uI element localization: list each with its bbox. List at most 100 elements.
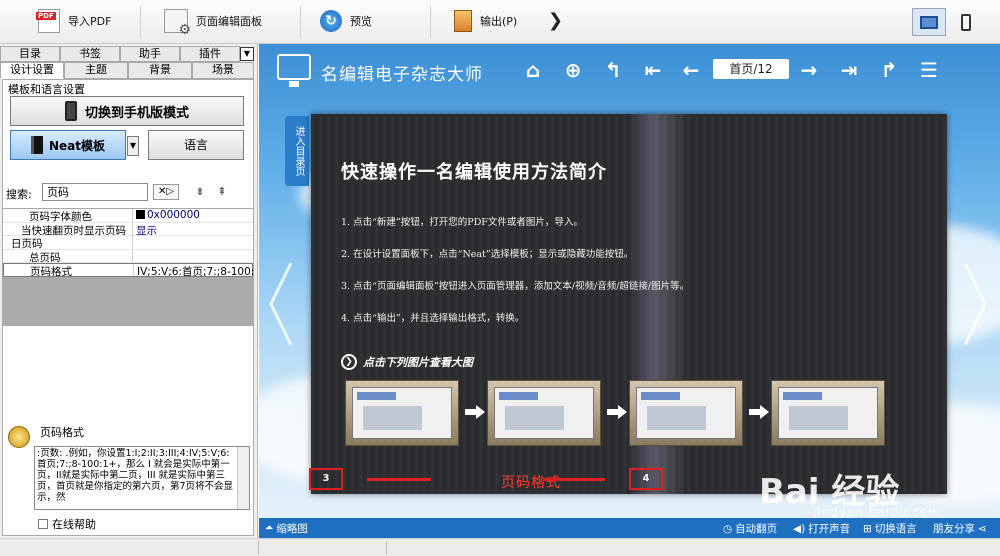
clear-search-icon[interactable]: ✕▷ [153, 184, 179, 200]
page-indicator-input[interactable]: 首页/12 [713, 59, 789, 79]
mobile-view-button[interactable] [949, 8, 983, 36]
toolbar-separator [140, 6, 141, 38]
help-scrollbar[interactable] [237, 447, 249, 509]
import-pdf-label: 导入PDF [68, 15, 112, 28]
back-icon[interactable]: ↰ [601, 58, 625, 82]
autoplay-button[interactable]: ◷ 自动翻页 [723, 521, 777, 536]
property-value: 0x000000 [136, 209, 254, 222]
property-value [136, 250, 254, 263]
sort-alpha-icon[interactable]: ⇞ [214, 184, 230, 200]
page-editor-label: 页面编辑面板 [196, 15, 262, 28]
zoom-icon[interactable]: ⊕ [561, 58, 585, 82]
toolbar-separator [430, 6, 431, 38]
property-name: 页码格式 [4, 264, 134, 276]
first-page-icon[interactable]: ⇤ [641, 58, 665, 82]
import-pdf-button[interactable]: 导入PDF [36, 4, 112, 38]
previous-flip-arrow-icon[interactable] [265, 259, 295, 349]
switch-mobile-mode-button[interactable]: 切换到手机版模式 [10, 96, 244, 126]
language-switch-label: 切换语言 [874, 523, 917, 535]
desktop-view-button[interactable] [912, 8, 946, 36]
help-title: 页码格式 [40, 426, 84, 439]
toolbar-more-chevron-icon[interactable]: ❯ [548, 10, 563, 31]
flipbook-spread[interactable]: 快速操作一名编辑使用方法简介 1. 点击“新建”按钮，打开您的PDF文件或者图片… [309, 114, 947, 494]
page-editor-icon [164, 9, 191, 38]
tab-assistant[interactable]: 助手 [120, 46, 180, 62]
share-button[interactable]: 朋友分享 ⋖ [933, 521, 987, 536]
screenshot-thumbnail-2[interactable] [487, 380, 601, 446]
status-bar [0, 538, 1000, 556]
triangle-up-icon: ⏶ [265, 522, 274, 534]
help-description: :页数: .例如，你设置1:I;2:II;3:III;4:IV;5:V;6:首页… [34, 446, 250, 510]
color-swatch [136, 210, 145, 219]
neat-template-label: Neat模板 [48, 138, 106, 153]
property-value: 显示 [136, 224, 157, 236]
property-row[interactable]: 当快速翻页时显示页码 显示 [3, 222, 253, 236]
preview-button[interactable]: ↻ 预览 [320, 4, 372, 38]
property-row[interactable]: 页码字体颜色 0x000000 [3, 209, 253, 223]
tab-bookmarks[interactable]: 书签 [60, 46, 120, 62]
toolbar-separator [300, 6, 301, 38]
tab-background[interactable]: 背景 [128, 62, 192, 79]
search-input[interactable] [42, 183, 148, 201]
tab-dropdown-icon[interactable]: ▼ [240, 47, 254, 61]
property-name: 总页码 [3, 249, 133, 262]
forward-icon[interactable]: ↱ [877, 58, 901, 82]
property-grid: 页码字体颜色 0x000000 当快速翻页时显示页码 显示 日页码 总页码 页码… [2, 208, 255, 326]
output-label: 输出(P) [480, 15, 518, 28]
property-row-selected[interactable]: 页码格式 IV;5:V;6:首页;7:;8-100:1+ [3, 263, 255, 277]
language-button[interactable]: 语言 [148, 130, 244, 160]
last-page-icon[interactable]: ⇥ [837, 58, 861, 82]
property-value-text: 0x000000 [147, 209, 200, 221]
property-row[interactable]: 总页码 [3, 249, 254, 263]
preview-top-bar: 名编辑电子杂志大师 ⌂ ⊕ ↰ ⇤ ← 首页/12 → ⇥ ↱ ☰ [259, 44, 1000, 98]
arrow-right-icon [465, 405, 485, 419]
monitor-logo-icon [277, 54, 311, 87]
template-language-group-label: 模板和语言设置 [8, 83, 85, 96]
baidu-watermark-url: jingyan.baidu.com [813, 505, 941, 519]
logo-text: 名编辑电子杂志大师 [321, 65, 483, 85]
menu-icon[interactable]: ☰ [917, 58, 941, 82]
tab-plugins[interactable]: 插件 [180, 46, 240, 62]
language-switch-button[interactable]: ⊞ 切换语言 [863, 521, 917, 536]
online-help-label: 在线帮助 [52, 518, 96, 531]
screenshot-thumbnail-4[interactable] [771, 380, 885, 446]
preview-bottom-bar: ⏶ 缩略图 ◷ 自动翻页 ◀) 打开声音 ⊞ 切换语言 朋友分享 ⋖ [259, 518, 1000, 538]
tab-theme[interactable]: 主题 [64, 62, 128, 79]
click-hint-text: 点击下列图片查看大图 [363, 356, 473, 369]
help-description-text: :页数: .例如，你设置1:I;2:II;3:III;4:IV;5:V;6:首页… [37, 448, 234, 503]
sound-button[interactable]: ◀) 打开声音 [793, 521, 850, 536]
main-toolbar: 导入PDF 页面编辑面板 ↻ 预览 输出(P) ❯ [0, 0, 1000, 44]
home-icon[interactable]: ⌂ [521, 58, 545, 82]
neat-template-button[interactable]: Neat模板 [10, 130, 126, 160]
thumbnails-button[interactable]: ⏶ 缩略图 [265, 521, 308, 536]
output-button[interactable]: 输出(P) [454, 4, 517, 38]
refresh-preview-icon: ↻ [320, 10, 342, 32]
property-name: 页码字体颜色 [3, 209, 133, 222]
next-page-icon[interactable]: → [797, 58, 821, 82]
clock-icon: ◷ [723, 522, 733, 535]
property-value [136, 236, 254, 249]
tab-scene[interactable]: 场景 [192, 62, 254, 79]
speaker-icon: ◀) [793, 522, 806, 535]
click-hint: ❯ 点击下列图片查看大图 [341, 354, 473, 370]
previous-page-icon[interactable]: ← [679, 58, 703, 82]
property-value[interactable]: IV;5:V;6:首页;7:;8-100:1+ [137, 264, 255, 276]
property-name: 当快速翻页时显示页码 [3, 222, 133, 235]
status-separator [258, 541, 259, 555]
property-grid-empty-area [3, 277, 253, 325]
screenshot-thumbnail-3[interactable] [629, 380, 743, 446]
tab-toc[interactable]: 目录 [0, 46, 60, 62]
preview-label: 预览 [350, 15, 372, 28]
table-of-contents-tab[interactable]: 进入目录页 [285, 116, 309, 186]
online-help-checkbox[interactable]: 在线帮助 [38, 516, 96, 532]
pdf-icon [36, 9, 60, 33]
share-icon: ⋖ [978, 522, 987, 535]
help-database-icon [8, 426, 30, 448]
screenshot-thumbnail-1[interactable] [345, 380, 459, 446]
sort-category-icon[interactable]: ⇟ [192, 184, 208, 200]
next-flip-arrow-icon[interactable] [961, 259, 991, 349]
page-editor-button[interactable]: 页面编辑面板 [164, 4, 262, 38]
tab-design-settings[interactable]: 设计设置 [0, 62, 64, 79]
template-dropdown-icon[interactable]: ▼ [127, 136, 139, 156]
property-category-row[interactable]: 日页码 [3, 236, 253, 250]
